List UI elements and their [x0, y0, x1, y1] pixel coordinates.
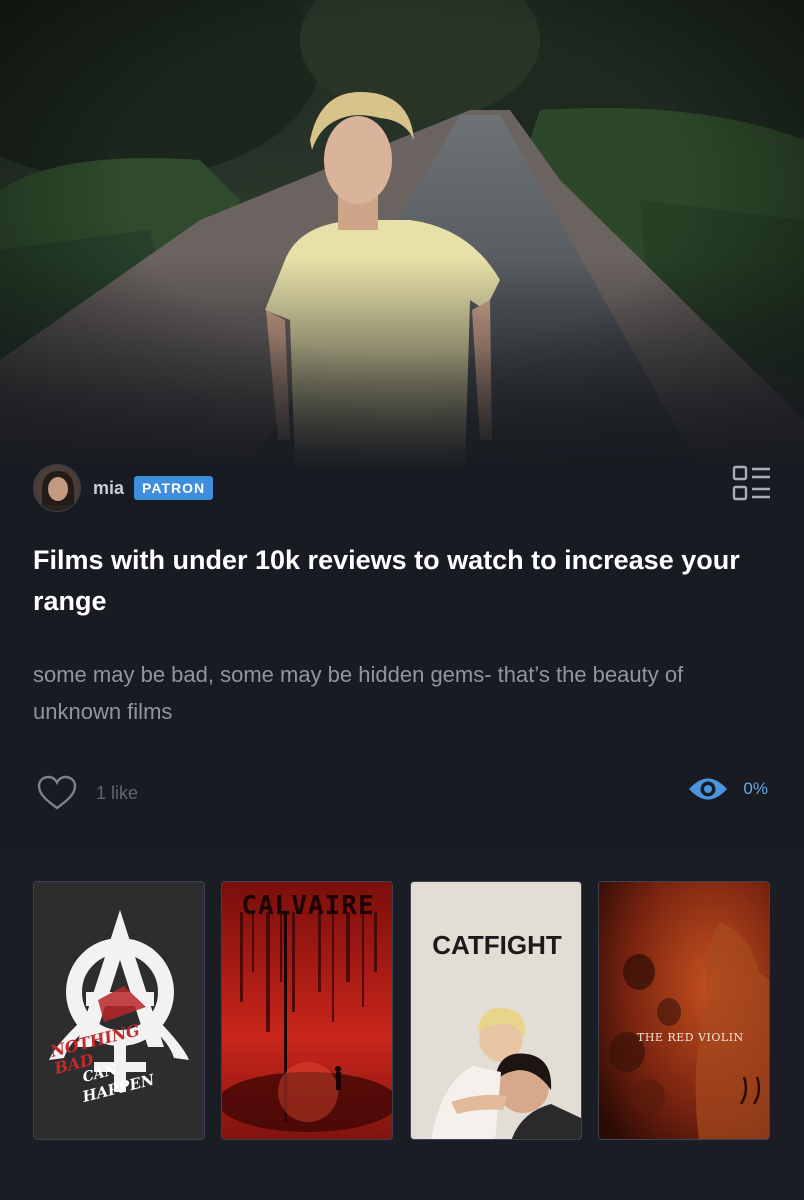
poster-the-red-violin[interactable]: THE RED VIOLIN	[598, 881, 770, 1140]
list-description: some may be bad, some may be hidden gems…	[33, 662, 684, 724]
author-row[interactable]: mia PATRON	[33, 462, 214, 514]
poster-nothing-bad-can-happen[interactable]: NOTHING BAD CAN HAPPEN	[33, 881, 205, 1140]
list-hero-image	[0, 0, 804, 470]
list-view-icon[interactable]	[732, 464, 772, 504]
heart-icon[interactable]	[36, 774, 78, 812]
author-name[interactable]: mia	[93, 478, 124, 499]
watched-percent: 0%	[743, 779, 768, 798]
avatar[interactable]	[33, 464, 81, 512]
poster-catfight[interactable]: CATFIGHT	[410, 881, 582, 1140]
poster-art: NOTHING BAD CAN HAPPEN	[34, 882, 204, 1139]
catfight-title: CATFIGHT	[432, 930, 562, 960]
poster-art: THE RED VIOLIN	[599, 882, 769, 1139]
patron-badge: PATRON	[134, 476, 214, 500]
poster-art: CALVAIRE	[222, 882, 392, 1139]
hero-illustration	[0, 0, 804, 470]
poster-strip: NOTHING BAD CAN HAPPEN CALVAIRE CATFIGHT…	[0, 850, 804, 1200]
like-count[interactable]: 1 like	[96, 783, 138, 804]
eye-icon	[689, 778, 728, 800]
poster-calvaire[interactable]: CALVAIRE	[221, 881, 393, 1140]
list-title: Films with under 10k reviews to watch to…	[33, 545, 740, 616]
like-control[interactable]: 1 like	[36, 774, 138, 812]
watched-progress[interactable]: 0%	[687, 774, 768, 804]
avatar-image	[34, 465, 80, 511]
calvaire-title: CALVAIRE	[241, 891, 374, 921]
poster-art: CATFIGHT	[411, 882, 581, 1139]
red-violin-title: THE RED VIOLIN	[637, 1031, 744, 1044]
